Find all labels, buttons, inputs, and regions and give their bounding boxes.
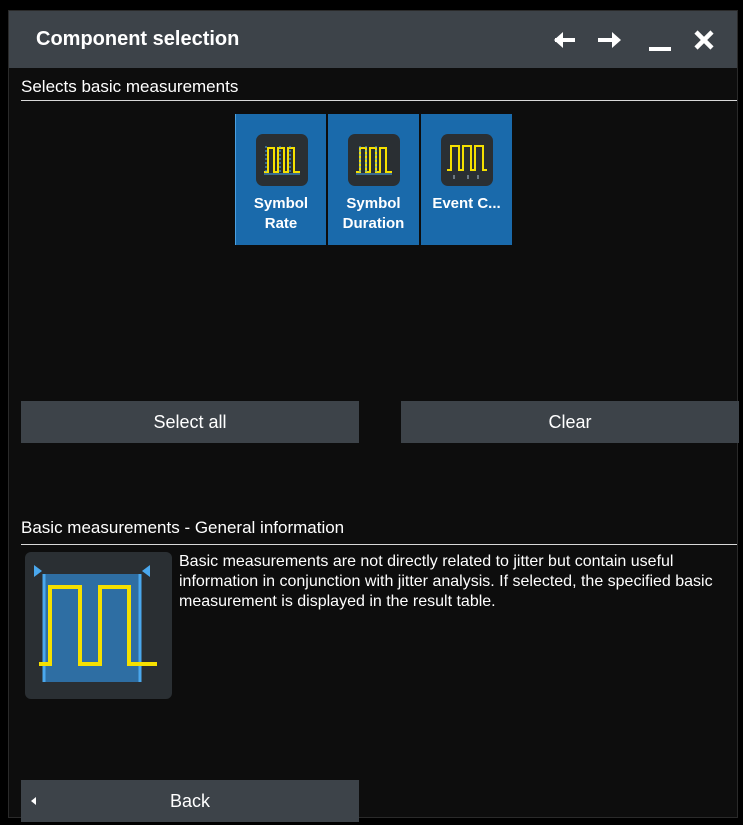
tile-symbol-rate[interactable]: Symbol Rate	[235, 114, 326, 245]
back-label: Back	[169, 791, 211, 811]
event-count-icon	[441, 134, 493, 186]
tile-label: Event C...	[432, 195, 501, 212]
tile-event-count[interactable]: Event C...	[421, 114, 512, 245]
info-heading: Basic measurements - General information	[21, 518, 345, 537]
tile-label: Symbol Rate	[253, 195, 309, 232]
tile-label: Symbol Duration	[342, 195, 405, 232]
basic-measurement-waveform-icon	[25, 552, 172, 699]
arrow-right-icon[interactable]	[593, 23, 627, 57]
symbol-rate-icon	[256, 134, 308, 186]
info-divider	[21, 544, 737, 545]
dialog-title: Component selection	[36, 28, 240, 50]
measurement-tiles: Symbol Rate Symbol Duration Event C...	[235, 114, 512, 245]
symbol-duration-icon	[348, 134, 400, 186]
select-all-button[interactable]: Select all	[21, 401, 359, 443]
selection-divider	[21, 100, 737, 101]
clear-button[interactable]: Clear	[401, 401, 739, 443]
minimize-icon[interactable]	[643, 23, 677, 57]
selection-heading: Selects basic measurements	[21, 77, 239, 96]
caret-left-icon	[31, 797, 36, 805]
info-description: Basic measurements are not directly rela…	[179, 553, 713, 610]
tile-symbol-duration[interactable]: Symbol Duration	[328, 114, 419, 245]
arrow-left-icon[interactable]	[548, 23, 582, 57]
title-bar: Component selection	[9, 11, 737, 68]
back-button[interactable]: Back	[21, 780, 359, 822]
component-selection-dialog: Component selection Selects basic measur…	[8, 10, 739, 822]
close-icon[interactable]	[687, 23, 721, 57]
